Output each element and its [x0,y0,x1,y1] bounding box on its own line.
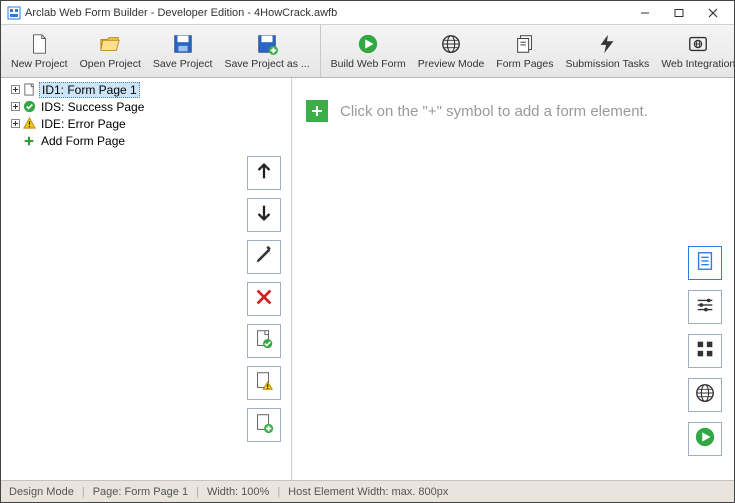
page-add-button[interactable] [247,408,281,442]
page-properties-button[interactable] [688,246,722,280]
tree-item-error-page[interactable]: IDE: Error Page [3,115,289,132]
folder-open-icon [98,32,122,56]
expander-icon[interactable] [9,84,21,96]
arrow-down-icon [253,202,275,229]
toolbar-label: Save Project as ... [224,58,309,70]
status-page: Page: Form Page 1 [93,486,188,498]
toolbar-label: Open Project [80,58,141,70]
toolbar-label: New Project [11,58,68,70]
build-web-form-button[interactable]: Build Web Form [325,27,412,75]
globe-icon [439,32,463,56]
window-controls [628,2,730,24]
play-green2-icon [694,426,716,453]
page-icon [22,83,36,97]
preview-mode-button[interactable]: Preview Mode [412,27,491,75]
new-project-button[interactable]: New Project [5,27,74,75]
page-plus-icon [253,412,275,439]
page-success-button[interactable] [247,324,281,358]
sliders-icon [694,294,716,321]
page-warning-icon [253,370,275,397]
canvas-hint-text: Click on the "+" symbol to add a form el… [340,103,648,120]
move-down-button[interactable] [247,198,281,232]
globe2-icon [694,382,716,409]
toolbar: New Project Open Project Save Project Save … [1,25,734,78]
canvas-view-stack [688,246,722,456]
plus-green-icon [22,134,36,148]
save-plus-icon [255,32,279,56]
arrow-up-icon [253,160,275,187]
add-element-button[interactable] [306,100,328,122]
status-mode: Design Mode [9,486,74,498]
toolbar-label: Save Project [153,58,213,70]
close-button[interactable] [696,2,730,24]
toolbar-label: Submission Tasks [565,58,649,70]
page-lines-icon [694,250,716,277]
toolbar-label: Build Web Form [331,58,406,70]
page-warning-button[interactable] [247,366,281,400]
app-icon [7,6,21,20]
minimize-button[interactable] [628,2,662,24]
maximize-button[interactable] [662,2,696,24]
page-actions-stack [247,156,281,442]
tree-item-success-page[interactable]: IDS: Success Page [3,98,289,115]
play-green-icon [356,32,380,56]
edit-button[interactable] [247,240,281,274]
move-up-button[interactable] [247,156,281,190]
tree-item-form-page-1[interactable]: ID1: Form Page 1 [3,81,289,98]
pencil-icon [253,244,275,271]
submission-tasks-button[interactable]: Submission Tasks [559,27,655,75]
expander-icon[interactable] [9,118,21,130]
window-title: Arclab Web Form Builder - Developer Edit… [25,7,628,19]
x-red-icon [253,286,275,313]
delete-button[interactable] [247,282,281,316]
embed-icon [686,32,710,56]
canvas-hint-row: Click on the "+" symbol to add a form el… [306,100,720,122]
pages-icon [513,32,537,56]
save-project-button[interactable]: Save Project [147,27,219,75]
open-project-button[interactable]: Open Project [74,27,147,75]
run-button[interactable] [688,422,722,456]
form-pages-button[interactable]: Form Pages [490,27,559,75]
sliders-button[interactable] [688,290,722,324]
file-new-icon [27,32,51,56]
statusbar: Design Mode | Page: Form Page 1 | Width:… [1,480,734,502]
form-canvas: Click on the "+" symbol to add a form el… [291,78,734,480]
check-green-icon [22,100,36,114]
grid-button[interactable] [688,334,722,368]
bolt-icon [595,32,619,56]
globe-button[interactable] [688,378,722,412]
tree-item-add-form-page[interactable]: Add Form Page [3,132,289,149]
toolbar-label: Preview Mode [418,58,485,70]
status-host: Host Element Width: max. 800px [288,486,448,498]
tree-item-label: IDE: Error Page [39,117,128,131]
page-check-icon [253,328,275,355]
save-icon [171,32,195,56]
status-width: Width: 100% [207,486,269,498]
expander-icon[interactable] [9,101,21,113]
web-integration-button[interactable]: Web Integration [655,27,735,75]
main-area: ID1: Form Page 1 IDS: Success Page IDE: Er… [1,78,734,480]
save-project-as-button[interactable]: Save Project as ... [218,27,315,75]
tree-pane: ID1: Form Page 1 IDS: Success Page IDE: Er… [1,78,291,480]
grid-icon [694,338,716,365]
toolbar-label: Form Pages [496,58,553,70]
tree-item-label: IDS: Success Page [39,100,146,114]
warning-icon [22,117,36,131]
tree-item-label: Add Form Page [39,134,127,148]
titlebar: Arclab Web Form Builder - Developer Edit… [1,1,734,25]
toolbar-label: Web Integration [661,58,735,70]
tree-item-label: ID1: Form Page 1 [39,82,140,98]
